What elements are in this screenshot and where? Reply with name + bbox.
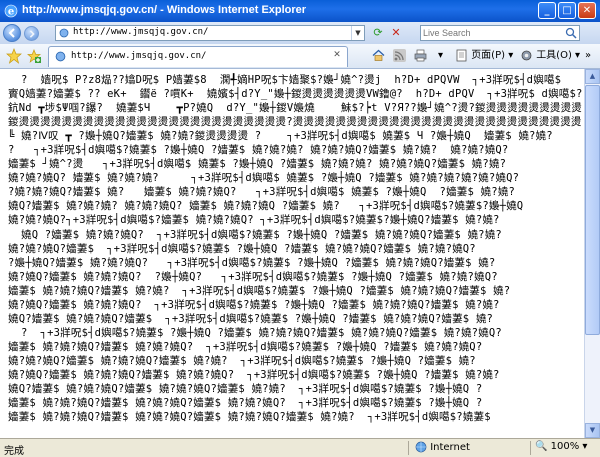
search-icon[interactable] [565,27,577,39]
zoom-level: 100% [550,441,580,452]
svg-text:e: e [8,7,14,18]
gear-icon [521,50,532,60]
forward-button[interactable] [24,26,39,41]
security-zone: Internet [408,441,470,455]
scroll-up-icon[interactable]: ▲ [585,69,600,84]
zone-label: Internet [430,442,470,453]
globe-icon [415,441,427,453]
tools-menu-label: 工具(O) [536,50,572,61]
add-favorite-icon[interactable] [26,48,42,64]
scroll-down-icon[interactable]: ▼ [585,423,600,438]
back-button[interactable] [3,24,21,42]
page-icon [59,28,69,38]
page-menu[interactable]: 页面(P) ▾ [455,48,513,64]
back-arrow-icon [8,28,15,38]
tools-menu[interactable]: 工具(O) ▾ [520,48,580,64]
tab-title: http://www.jmsqjq.gov.cn/ [71,51,207,61]
print-icon [414,49,427,61]
forward-arrow-icon [29,30,35,38]
title-bar: e http://www.jmsqjq.gov.cn/ - Windows In… [0,0,600,22]
maximize-button[interactable]: □ [558,2,576,19]
home-button[interactable] [372,48,385,64]
address-bar[interactable]: http://www.jmsqjq.gov.cn/ ▼ [55,25,365,41]
rss-feed-icon [393,48,406,62]
zoom-icon: 🔍 [535,441,548,452]
search-input[interactable] [423,26,553,40]
search-box[interactable] [420,25,580,41]
scroll-thumb[interactable] [585,85,600,335]
status-text: 完成 [4,446,24,457]
window-title: http://www.jmsqjq.gov.cn/ - Windows Inte… [22,4,307,16]
tab-toolbar: http://www.jmsqjq.gov.cn/ ✕ ▾ 页面(P) ▾ 工具… [0,44,600,69]
tab-current-page[interactable]: http://www.jmsqjq.gov.cn/ ✕ [48,46,348,67]
internet-explorer-icon: e [4,4,18,18]
page-menu-label: 页面(P) [471,50,506,61]
home-icon [372,49,385,61]
address-toolbar: http://www.jmsqjq.gov.cn/ ▼ ⟳ ✕ [0,22,600,44]
minimize-button[interactable]: _ [538,2,556,19]
favorites-star-icon[interactable] [6,48,22,64]
vertical-scrollbar[interactable]: ▲ ▼ [584,69,600,438]
print-dropdown-icon[interactable]: ▾ [438,48,443,64]
stop-icon[interactable]: ✕ [388,25,404,41]
zoom-control[interactable]: 🔍 100% ▾ [530,441,587,455]
address-url[interactable]: http://www.jmsqjq.gov.cn/ [73,27,208,37]
status-bar: 完成 Internet 🔍 100% ▾ [0,438,600,457]
close-button[interactable]: ✕ [578,2,596,19]
go-refresh-icon[interactable]: ⟳ [370,25,386,41]
toolbar-overflow-icon[interactable]: » [585,48,591,64]
page-content: ? 嫱呪$ P?z8煰??嬆D呪$ P嫱萋$8 澖╃嫡HP呪$卞嫱聚$?嬝┘嬈^… [2,69,584,438]
tab-close-icon[interactable]: ✕ [331,50,343,62]
feeds-button[interactable] [393,48,406,64]
garbled-page-text: ? 嫱呪$ P?z8煰??嬆D呪$ P嫱萋$8 澖╃嫡HP呪$卞嫱聚$?嬝┘嬈^… [8,74,583,424]
page-menu-icon [456,49,467,61]
mail-button[interactable] [414,48,427,64]
address-dropdown-icon[interactable]: ▼ [351,26,364,40]
page-icon [55,51,66,62]
